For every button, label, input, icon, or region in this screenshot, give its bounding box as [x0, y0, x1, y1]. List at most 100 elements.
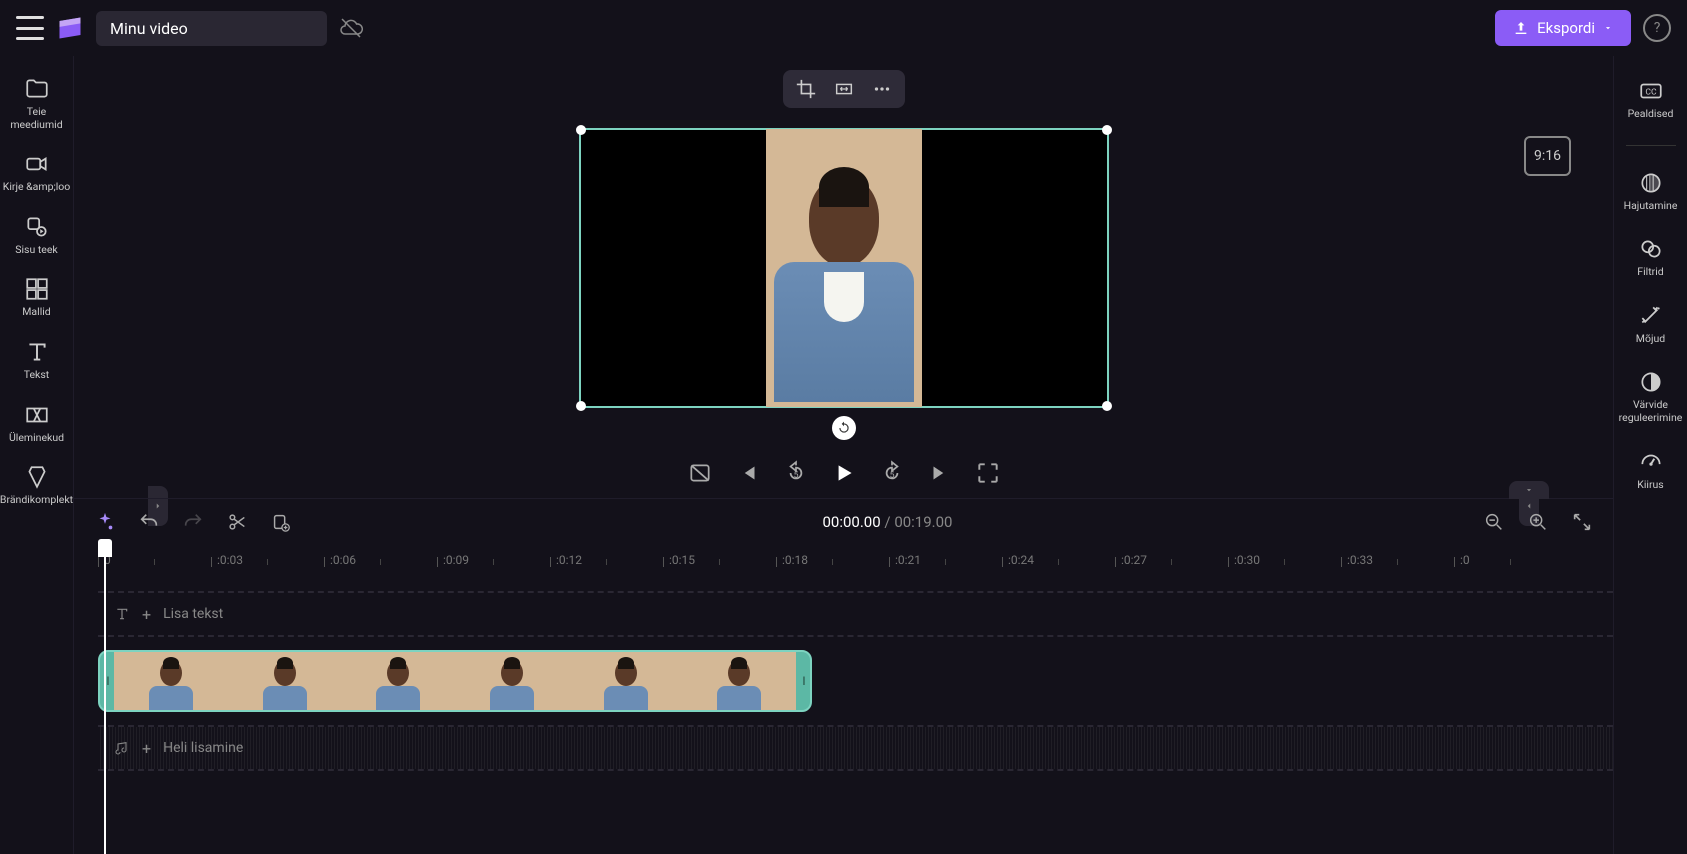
music-icon — [114, 740, 130, 756]
ruler-mark: 0 — [98, 553, 211, 567]
preview-area: 9:16 — [74, 56, 1613, 442]
preview-quality-button[interactable] — [687, 460, 713, 486]
zoom-out-button[interactable] — [1483, 511, 1505, 533]
templates-icon — [24, 276, 50, 302]
rotate-icon — [837, 421, 851, 435]
zoom-out-icon — [1483, 511, 1505, 533]
ruler-mark: :0 — [1454, 553, 1567, 567]
clip-handle-left[interactable]: || — [100, 652, 114, 710]
sidebar-item-fade[interactable]: Hajutamine — [1614, 162, 1687, 221]
total-time: 00:19.00 — [894, 513, 952, 531]
undo-button[interactable] — [138, 511, 160, 533]
ruler-mark: :0:21 — [889, 553, 1002, 567]
sidebar-item-captions[interactable]: CC Pealdised — [1614, 70, 1687, 129]
clip-handle-right[interactable]: || — [796, 652, 810, 710]
center-panel: 9:16 5 5 00:00.00 / 00:19.00 — [74, 56, 1613, 854]
svg-text:CC: CC — [1645, 87, 1657, 97]
menu-button[interactable] — [16, 16, 44, 40]
redo-button[interactable] — [182, 511, 204, 533]
undo-icon — [138, 511, 160, 533]
video-frame — [766, 129, 922, 407]
contrast-icon — [1638, 369, 1664, 395]
left-sidebar: Teie meediumid Kirje &amp;loo Sisu teek … — [0, 56, 74, 854]
skip-start-button[interactable] — [735, 460, 761, 486]
text-track[interactable]: + Lisa tekst — [98, 591, 1613, 637]
sidebar-item-label: Sisu teek — [15, 244, 58, 257]
audio-track[interactable]: + Heli lisamine — [98, 725, 1613, 771]
plus-icon: + — [142, 605, 151, 624]
rewind-5-button[interactable]: 5 — [783, 460, 809, 486]
resize-handle-bottom-right[interactable] — [1102, 401, 1112, 411]
sidebar-item-speed[interactable]: Kiirus — [1614, 441, 1687, 500]
ruler-mark: :0:30 — [1228, 553, 1341, 567]
video-clip[interactable]: || || — [98, 650, 812, 712]
effects-icon — [1638, 303, 1664, 329]
sidebar-item-media[interactable]: Teie meediumid — [0, 68, 73, 139]
ruler-mark: :0:27 — [1115, 553, 1228, 567]
video-canvas[interactable] — [579, 128, 1109, 408]
project-title-input[interactable] — [96, 11, 327, 46]
sidebar-item-label: Mõjud — [1636, 333, 1665, 346]
fade-icon — [1638, 170, 1664, 196]
sidebar-item-brandkit[interactable]: Brändikomplekt — [0, 456, 73, 515]
sidebar-item-effects[interactable]: Mõjud — [1614, 295, 1687, 354]
ai-button[interactable] — [94, 511, 116, 533]
more-icon — [871, 78, 893, 100]
sidebar-item-color-adjust[interactable]: Värvide reguleerimine — [1614, 361, 1687, 432]
skip-end-button[interactable] — [927, 460, 953, 486]
more-button[interactable] — [871, 78, 893, 100]
brandkit-icon — [24, 464, 50, 490]
collapse-icon — [1571, 511, 1593, 533]
top-bar: Ekspordi ? — [0, 0, 1687, 56]
image-off-icon — [687, 460, 713, 486]
copy-button[interactable] — [270, 511, 292, 533]
timeline-collapse-button[interactable] — [1509, 481, 1549, 499]
resize-handle-bottom-left[interactable] — [576, 401, 586, 411]
export-button[interactable]: Ekspordi — [1495, 10, 1631, 46]
sidebar-item-label: Filtrid — [1637, 266, 1663, 279]
split-button[interactable] — [226, 511, 248, 533]
sidebar-item-label: Kiirus — [1637, 479, 1663, 492]
resize-handle-top-right[interactable] — [1102, 125, 1112, 135]
ruler-mark: :0:18 — [776, 553, 889, 567]
resize-handle-top-left[interactable] — [576, 125, 586, 135]
skip-next-icon — [927, 460, 953, 486]
fullscreen-button[interactable] — [975, 460, 1001, 486]
transitions-icon — [24, 402, 50, 428]
sidebar-item-transitions[interactable]: Üleminekud — [0, 394, 73, 453]
crop-icon — [795, 78, 817, 100]
sidebar-item-filters[interactable]: Filtrid — [1614, 228, 1687, 287]
crop-button[interactable] — [795, 78, 817, 100]
captions-icon: CC — [1638, 78, 1664, 104]
fit-button[interactable] — [833, 78, 855, 100]
ruler-mark: :0:09 — [437, 553, 550, 567]
timeline-toolbar: 00:00.00 / 00:19.00 — [74, 499, 1613, 545]
sidebar-item-templates[interactable]: Mallid — [0, 268, 73, 327]
sidebar-item-library[interactable]: Sisu teek — [0, 206, 73, 265]
audio-track-label: Heli lisamine — [163, 740, 243, 756]
fit-timeline-button[interactable] — [1571, 511, 1593, 533]
play-button[interactable] — [831, 460, 857, 486]
ruler-mark: :0:03 — [211, 553, 324, 567]
library-icon — [24, 214, 50, 240]
svg-text:5: 5 — [793, 470, 798, 480]
aspect-ratio-button[interactable]: 9:16 — [1524, 136, 1571, 176]
timeline-ruler[interactable]: 0 :0:03 :0:06 :0:09 :0:12 :0:15 :0:18 :0… — [98, 545, 1613, 575]
current-time: 00:00.00 — [823, 513, 881, 531]
sidebar-item-label: Brändikomplekt — [0, 494, 73, 507]
sidebar-item-record[interactable]: Kirje &amp;loo — [0, 143, 73, 202]
sidebar-item-text[interactable]: Tekst — [0, 331, 73, 390]
rewind-5-icon: 5 — [783, 460, 809, 486]
playhead[interactable] — [98, 539, 112, 557]
camera-icon — [24, 151, 50, 177]
rotate-handle[interactable] — [832, 416, 856, 440]
cloud-sync-off-icon[interactable] — [339, 16, 363, 40]
right-sidebar: CC Pealdised Hajutamine Filtrid Mõjud Vä… — [1613, 56, 1687, 854]
forward-5-icon: 5 — [879, 460, 905, 486]
zoom-in-button[interactable] — [1527, 511, 1549, 533]
upload-icon — [1513, 20, 1529, 36]
help-button[interactable]: ? — [1643, 14, 1671, 42]
fit-icon — [833, 78, 855, 100]
forward-5-button[interactable]: 5 — [879, 460, 905, 486]
text-icon — [24, 339, 50, 365]
